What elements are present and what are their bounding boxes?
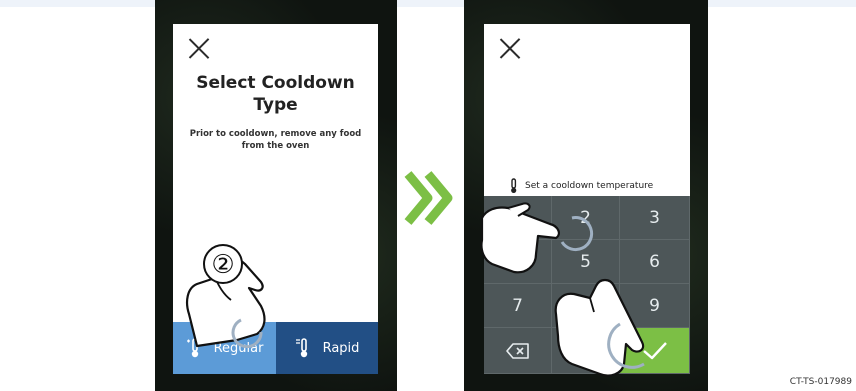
rapid-cooldown-button[interactable]: Rapid — [276, 322, 378, 374]
step-number: ② — [211, 250, 234, 280]
thermometer-icon — [295, 338, 307, 358]
hint-label: Set a cooldown temperature — [525, 181, 654, 191]
page-title: Select Cooldown Type — [196, 73, 355, 115]
cooldown-instructions: Prior to cooldown, remove any food from … — [189, 129, 362, 151]
figure-canvas: Select Cooldown Type Prior to cooldown, … — [0, 0, 856, 391]
close-icon[interactable] — [498, 36, 522, 60]
pointing-hand-icon — [480, 202, 594, 274]
double-chevron-right-icon — [404, 171, 453, 225]
pointing-hand-icon: ② — [186, 244, 266, 348]
backspace-button[interactable] — [484, 328, 552, 374]
figure-code: CT-TS-017989 — [789, 377, 852, 387]
top-band — [0, 0, 856, 7]
close-icon[interactable] — [187, 36, 211, 60]
thermometer-icon — [511, 178, 517, 193]
rapid-label: Rapid — [322, 340, 360, 356]
temperature-hint: Set a cooldown temperature — [508, 178, 688, 194]
key-7[interactable]: 7 — [484, 284, 552, 328]
right-device: Set a cooldown temperature 2 3 5 6 7 9 — [464, 0, 708, 391]
backspace-icon — [505, 342, 529, 359]
pointing-hand-icon — [554, 278, 645, 377]
left-device: Select Cooldown Type Prior to cooldown, … — [155, 0, 397, 391]
key-3[interactable]: 3 — [620, 196, 690, 240]
